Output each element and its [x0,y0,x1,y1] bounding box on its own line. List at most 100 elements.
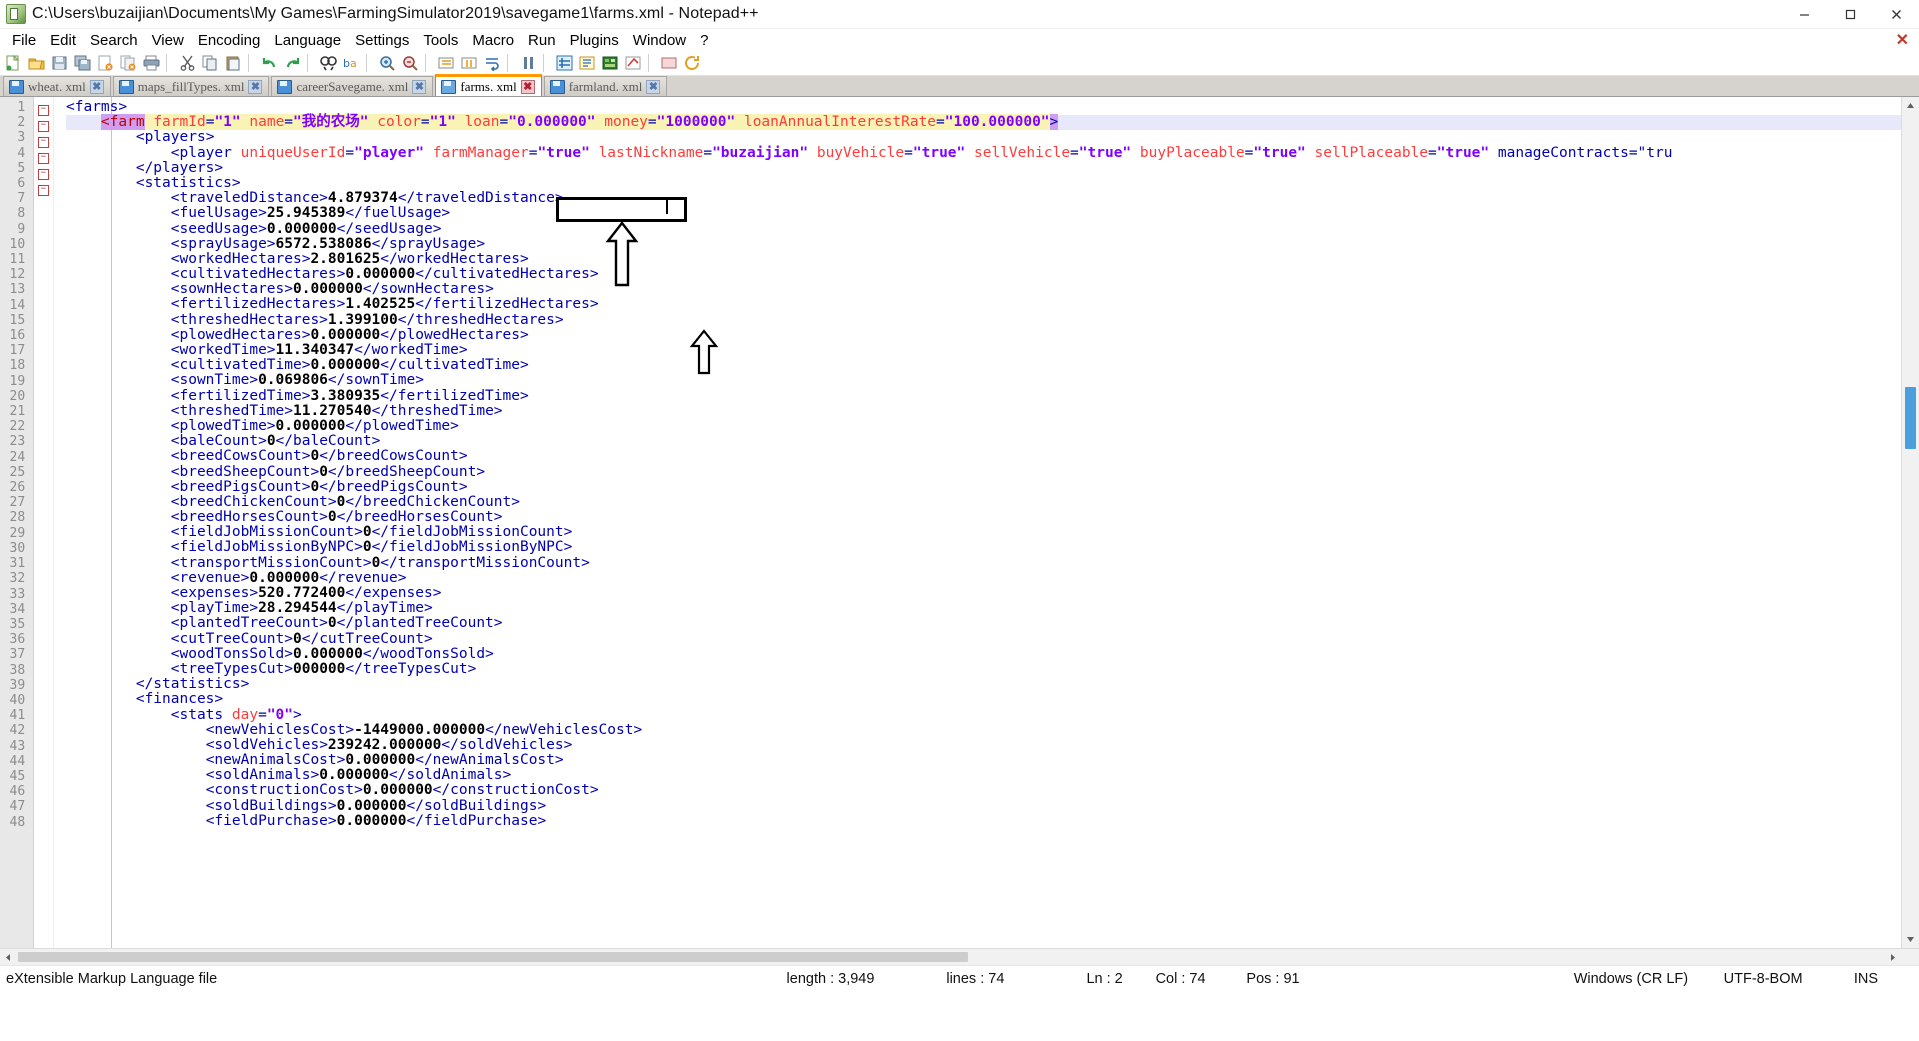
code-line[interactable]: <fieldJobMissionByNPC>0</fieldJobMission… [66,540,1919,555]
code-line[interactable]: <breedCowsCount>0</breedCowsCount> [66,449,1919,464]
code-line[interactable]: <breedHorsesCount>0</breedHorsesCount> [66,509,1919,525]
horizontal-scrollbar[interactable] [0,948,1919,965]
code-line[interactable]: <soldVehicles>239242.000000</soldVehicle… [66,737,1919,753]
code-line[interactable]: <woodTonsSold>0.000000</woodTonsSold> [66,646,1919,662]
bookmark-margin[interactable] [54,97,66,948]
tab-close-icon[interactable]: ✖ [248,79,263,94]
tab-close-icon[interactable]: ✖ [412,79,427,94]
sync-vertical-scroll-icon[interactable] [435,52,458,74]
close-all-icon[interactable] [117,52,140,74]
code-text[interactable]: <farms> <farm farmId="1" name="我的农场" col… [66,97,1919,948]
code-line[interactable]: <farm farmId="1" name="我的农场" color="1" l… [66,114,1919,131]
minimize-button[interactable] [1781,0,1827,28]
vertical-scrollbar[interactable] [1901,97,1919,948]
undo-icon[interactable] [258,52,281,74]
code-line[interactable]: <cultivatedTime>0.000000</cultivatedTime… [66,358,1919,373]
open-file-icon[interactable] [25,52,48,74]
vertical-scroll-thumb[interactable] [1905,387,1916,449]
menu-tools[interactable]: Tools [416,31,465,50]
code-line[interactable]: <statistics> [66,175,1919,191]
scroll-right-button[interactable] [1884,949,1901,965]
zoom-in-icon[interactable] [376,52,399,74]
menu-settings[interactable]: Settings [348,31,416,50]
tab-careersavegame-xml[interactable]: careerSavegame. xml ✖ [271,76,434,96]
menu-edit[interactable]: Edit [43,31,83,50]
code-line[interactable]: <cultivatedHectares>0.000000</cultivated… [66,266,1919,282]
fold-marker[interactable]: − [34,116,53,132]
code-line[interactable]: <fertilizedTime>3.380935</fertilizedTime… [66,388,1919,404]
paste-icon[interactable] [222,52,245,74]
menu-view[interactable]: View [145,31,191,50]
menu-help[interactable]: ? [693,31,715,50]
code-line[interactable]: <sownTime>0.069806</sownTime> [66,373,1919,388]
code-line[interactable]: <traveledDistance>4.879374</traveledDist… [66,191,1919,206]
menu-plugins[interactable]: Plugins [563,31,626,50]
menu-search[interactable]: Search [83,31,145,50]
tab-close-icon[interactable]: ✖ [646,79,661,94]
redo-icon[interactable] [281,52,304,74]
code-line[interactable]: </players> [66,160,1919,176]
code-line[interactable]: <constructionCost>0.000000</construction… [66,783,1919,798]
playback-macro-icon[interactable] [681,52,704,74]
code-line[interactable]: <playTime>28.294544</playTime> [66,601,1919,616]
code-line[interactable]: </statistics> [66,677,1919,692]
code-line[interactable]: <fuelUsage>25.945389</fuelUsage> [66,206,1919,221]
tab-maps-filltypes-xml[interactable]: maps_fillTypes. xml ✖ [112,76,270,96]
save-all-icon[interactable] [71,52,94,74]
code-line[interactable]: <threshedHectares>1.399100</threshedHect… [66,312,1919,328]
code-line[interactable]: <stats day="0"> [66,707,1919,723]
code-line[interactable]: <seedUsage>0.000000</seedUsage> [66,221,1919,237]
menu-window[interactable]: Window [626,31,693,50]
show-all-characters-icon[interactable] [553,52,576,74]
menu-macro[interactable]: Macro [465,31,521,50]
horizontal-scroll-thumb[interactable] [18,952,968,962]
zoom-out-icon[interactable] [399,52,422,74]
menu-run[interactable]: Run [521,31,563,50]
code-line[interactable]: <fieldJobMissionCount>0</fieldJobMission… [66,525,1919,540]
code-line[interactable]: <player uniqueUserId="player" farmManage… [66,145,1919,161]
indent-guide-icon[interactable] [576,52,599,74]
copy-icon[interactable] [199,52,222,74]
editor-area[interactable]: 1 2 3 4 5 6 7 8 9 10 11 12 13 14 15 16 1… [0,97,1919,948]
save-icon[interactable] [48,52,71,74]
code-line[interactable]: <breedSheepCount>0</breedSheepCount> [66,464,1919,480]
tab-farms-xml[interactable]: farms. xml ✖ [435,74,542,96]
word-wrap-icon[interactable] [481,52,504,74]
code-line[interactable]: <soldAnimals>0.000000</soldAnimals> [66,768,1919,783]
code-line[interactable]: <plowedHectares>0.000000</plowedHectares… [66,327,1919,343]
code-line[interactable]: <finances> [66,692,1919,707]
code-line[interactable]: <plantedTreeCount>0</plantedTreeCount> [66,616,1919,631]
code-line[interactable]: <threshedTime>11.270540</threshedTime> [66,403,1919,419]
replace-icon[interactable]: ba [340,52,363,74]
fold-marker[interactable]: − [34,100,53,116]
code-line[interactable]: <cutTreeCount>0</cutTreeCount> [66,631,1919,647]
code-folding-margin[interactable]: − − − − − − [34,97,54,948]
new-file-icon[interactable] [2,52,25,74]
close-button[interactable] [1873,0,1919,28]
code-line[interactable]: <treeTypesCut>000000</treeTypesCut> [66,661,1919,677]
code-line[interactable]: <farms> [66,99,1919,115]
tab-wheat-xml[interactable]: wheat. xml ✖ [3,76,111,96]
fold-marker[interactable]: − [34,148,53,164]
scroll-down-button[interactable] [1902,931,1919,948]
fold-marker[interactable]: − [34,132,53,148]
code-line[interactable]: <expenses>520.772400</expenses> [66,585,1919,601]
code-line[interactable]: <soldBuildings>0.000000</soldBuildings> [66,798,1919,814]
code-line[interactable]: <baleCount>0</baleCount> [66,434,1919,449]
code-line[interactable]: <sownHectares>0.000000</sownHectares> [66,282,1919,297]
user-defined-dialog-icon[interactable] [599,52,622,74]
print-icon[interactable] [140,52,163,74]
fold-marker[interactable]: − [34,180,53,196]
tab-close-icon[interactable]: ✖ [89,79,104,94]
menu-file[interactable]: File [5,31,43,50]
show-whitespace-icon[interactable] [622,52,645,74]
find-icon[interactable] [317,52,340,74]
code-line[interactable]: <transportMissionCount>0</transportMissi… [66,555,1919,571]
code-line[interactable]: <players> [66,130,1919,145]
maximize-button[interactable] [1827,0,1873,28]
scroll-up-button[interactable] [1902,97,1919,114]
fold-marker[interactable]: − [34,164,53,180]
scroll-left-button[interactable] [0,949,17,965]
pause-icon[interactable] [517,52,540,74]
code-line[interactable]: <workedHectares>2.801625</workedHectares… [66,251,1919,267]
